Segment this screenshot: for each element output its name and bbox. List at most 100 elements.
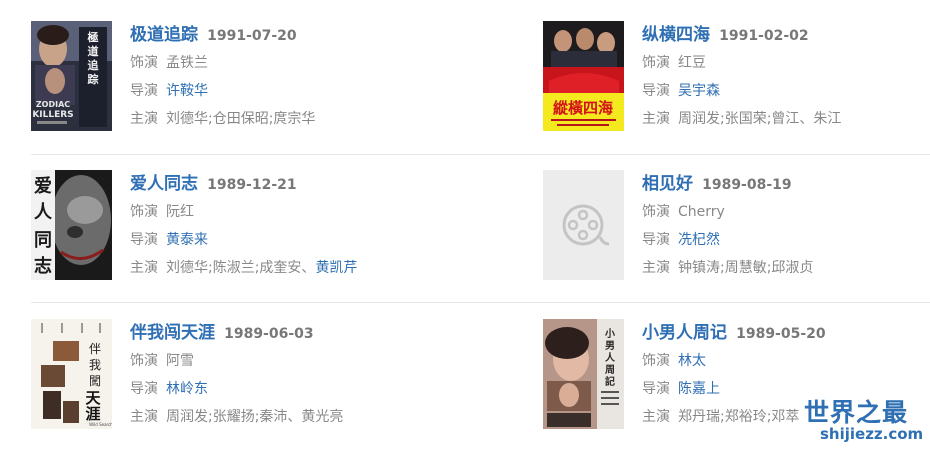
director-link[interactable]: 陈嘉上: [678, 381, 720, 397]
film-reel-placeholder-icon: [543, 170, 624, 280]
cast-link[interactable]: 黄凯芹: [315, 260, 357, 276]
movie-poster[interactable]: 縱橫四海: [543, 21, 624, 131]
role-label: 饰演: [130, 353, 158, 369]
svg-text:涯: 涯: [85, 405, 100, 423]
cast-label: 主演: [130, 260, 158, 276]
cast-label: 主演: [642, 260, 670, 276]
director-link[interactable]: 许鞍华: [166, 83, 208, 99]
movie-poster[interactable]: 爱 人 同 志: [31, 170, 112, 280]
svg-text:人: 人: [34, 202, 53, 223]
svg-text:小: 小: [604, 327, 615, 340]
role-line: 饰演 Cherry: [642, 198, 930, 226]
movie-card: 縱橫四海 纵横四海 1991-02-02 饰演 红豆 导演 吴宇森 主演 周润发;张国…: [543, 21, 930, 133]
movie-info: 相见好 1989-08-19 饰演 Cherry 导演 冼杞然 主演 钟镇涛;周慧敏;…: [642, 170, 930, 282]
movie-info: 极道追踪 1991-07-20 饰演 孟铁兰 导演 许鞍华 主演 刘德华;仓田保昭;庹…: [130, 21, 430, 133]
svg-text:我: 我: [89, 358, 101, 372]
release-date: 1989-08-19: [702, 177, 792, 193]
cast-value: 周润发;张国荣;曾江、朱江: [678, 111, 842, 127]
director-line: 导演 冼杞然: [642, 226, 930, 254]
role-value: 阮红: [166, 204, 194, 220]
role-value[interactable]: 林太: [678, 353, 706, 369]
movie-card: 相见好 1989-08-19 饰演 Cherry 导演 冼杞然 主演 钟镇涛;周慧敏;…: [543, 170, 930, 282]
role-line: 饰演 林太: [642, 347, 930, 375]
movie-poster-placeholder[interactable]: [543, 170, 624, 280]
cast-value: 钟镇涛;周慧敏;邱淑贞: [678, 260, 814, 276]
release-date: 1989-12-21: [207, 177, 297, 193]
svg-text:KILLERS: KILLERS: [32, 110, 73, 120]
cast-label: 主演: [642, 111, 670, 127]
role-value: 红豆: [678, 55, 706, 71]
cast-line: 主演 周润发;张耀扬;秦沛、黄光亮: [130, 403, 430, 431]
movie-title-link[interactable]: 极道追踪: [130, 25, 198, 45]
cast-value: 郑丹瑞;郑裕玲;邓萃: [678, 409, 800, 425]
movie-info: 纵横四海 1991-02-02 饰演 红豆 导演 吴宇森 主演 周润发;张国荣;曾江、…: [642, 21, 930, 133]
role-line: 饰演 阮红: [130, 198, 430, 226]
movie-row: 爱 人 同 志 爱人同志 1989-12-21 饰演 阮红 导演 黄泰来 主演 …: [31, 149, 930, 299]
svg-text:同: 同: [34, 230, 52, 251]
director-link[interactable]: 冼杞然: [678, 232, 720, 248]
director-link[interactable]: 黄泰来: [166, 232, 208, 248]
release-date: 1989-06-03: [224, 326, 314, 342]
director-line: 导演 许鞍华: [130, 77, 430, 105]
svg-text:Wild Search: Wild Search: [89, 422, 112, 427]
site-watermark: 世界之最 shijiezz.com: [804, 390, 930, 451]
cast-line: 主演 周润发;张国荣;曾江、朱江: [642, 105, 930, 133]
movie-title-link[interactable]: 纵横四海: [642, 25, 710, 45]
svg-text:男: 男: [605, 340, 615, 352]
cast-label: 主演: [130, 111, 158, 127]
cast-line: 主演 刘德华;陈淑兰;成奎安、黄凯芹: [130, 254, 430, 282]
role-label: 饰演: [642, 55, 670, 71]
movie-title-link[interactable]: 爱人同志: [130, 174, 198, 194]
svg-text:極: 極: [87, 30, 99, 44]
director-link[interactable]: 林岭东: [166, 381, 208, 397]
svg-text:闖: 闖: [89, 374, 101, 388]
movie-poster[interactable]: 小 男 人 周 記: [543, 319, 624, 429]
movie-title-link[interactable]: 小男人周记: [642, 323, 727, 343]
release-date: 1989-05-20: [736, 326, 826, 342]
svg-text:踪: 踪: [88, 72, 99, 86]
cast-label: 主演: [642, 409, 670, 425]
watermark-cn-text: 世界之最: [804, 398, 909, 427]
svg-text:追: 追: [88, 58, 100, 72]
movie-card: 爱 人 同 志 爱人同志 1989-12-21 饰演 阮红 导演 黄泰来 主演 …: [31, 170, 431, 282]
cast-line: 主演 刘德华;仓田保昭;庹宗华: [130, 105, 430, 133]
director-label: 导演: [642, 232, 670, 248]
movie-poster[interactable]: 極 道 追 踪 ZODIAC KILLERS: [31, 21, 112, 131]
release-date: 1991-07-20: [207, 28, 297, 44]
cast-value: 刘德华;陈淑兰;成奎安、: [166, 260, 316, 276]
svg-text:周: 周: [605, 364, 615, 376]
director-line: 导演 林岭东: [130, 375, 430, 403]
director-link[interactable]: 吴宇森: [678, 83, 720, 99]
cast-line: 主演 钟镇涛;周慧敏;邱淑贞: [642, 254, 930, 282]
movie-title-link[interactable]: 相见好: [642, 174, 693, 194]
release-date: 1991-02-02: [719, 28, 809, 44]
movie-title-link[interactable]: 伴我闯天涯: [130, 323, 215, 343]
director-label: 导演: [130, 232, 158, 248]
cast-value: 刘德华;仓田保昭;庹宗华: [166, 111, 316, 127]
director-label: 导演: [130, 83, 158, 99]
role-label: 饰演: [130, 55, 158, 71]
movie-card: 伴 我 闖 天 涯 Wild Search 伴我闯天涯 1989-06-03 饰…: [31, 319, 431, 431]
svg-text:人: 人: [605, 351, 616, 364]
role-line: 饰演 红豆: [642, 49, 930, 77]
svg-text:ZODIAC: ZODIAC: [36, 100, 70, 109]
cast-label: 主演: [130, 409, 158, 425]
cast-value: 周润发;张耀扬;秦沛、黄光亮: [166, 409, 344, 425]
movie-info: 爱人同志 1989-12-21 饰演 阮红 导演 黄泰来 主演 刘德华;陈淑兰;成奎安…: [130, 170, 430, 282]
director-label: 导演: [130, 381, 158, 397]
movie-info: 伴我闯天涯 1989-06-03 饰演 阿雪 导演 林岭东 主演 周润发;张耀扬;秦沛…: [130, 319, 430, 431]
role-label: 饰演: [642, 204, 670, 220]
role-label: 饰演: [130, 204, 158, 220]
role-line: 饰演 孟铁兰: [130, 49, 430, 77]
poster-zodiac-killers-image: 極 道 追 踪 ZODIAC KILLERS: [31, 21, 112, 131]
movie-poster[interactable]: 伴 我 闖 天 涯 Wild Search: [31, 319, 112, 429]
svg-text:志: 志: [34, 255, 52, 277]
poster-face-closeup-image: 爱 人 同 志: [31, 170, 112, 280]
director-label: 导演: [642, 83, 670, 99]
poster-yuppie-fantasia-image: 小 男 人 周 記: [543, 319, 624, 429]
watermark-url-text: shijiezz.com: [820, 425, 924, 443]
role-value: 阿雪: [166, 353, 194, 369]
svg-text:爱: 爱: [34, 176, 52, 197]
role-label: 饰演: [642, 353, 670, 369]
movie-card: 極 道 追 踪 ZODIAC KILLERS 极道追踪 1991-07-20 饰…: [31, 21, 431, 133]
